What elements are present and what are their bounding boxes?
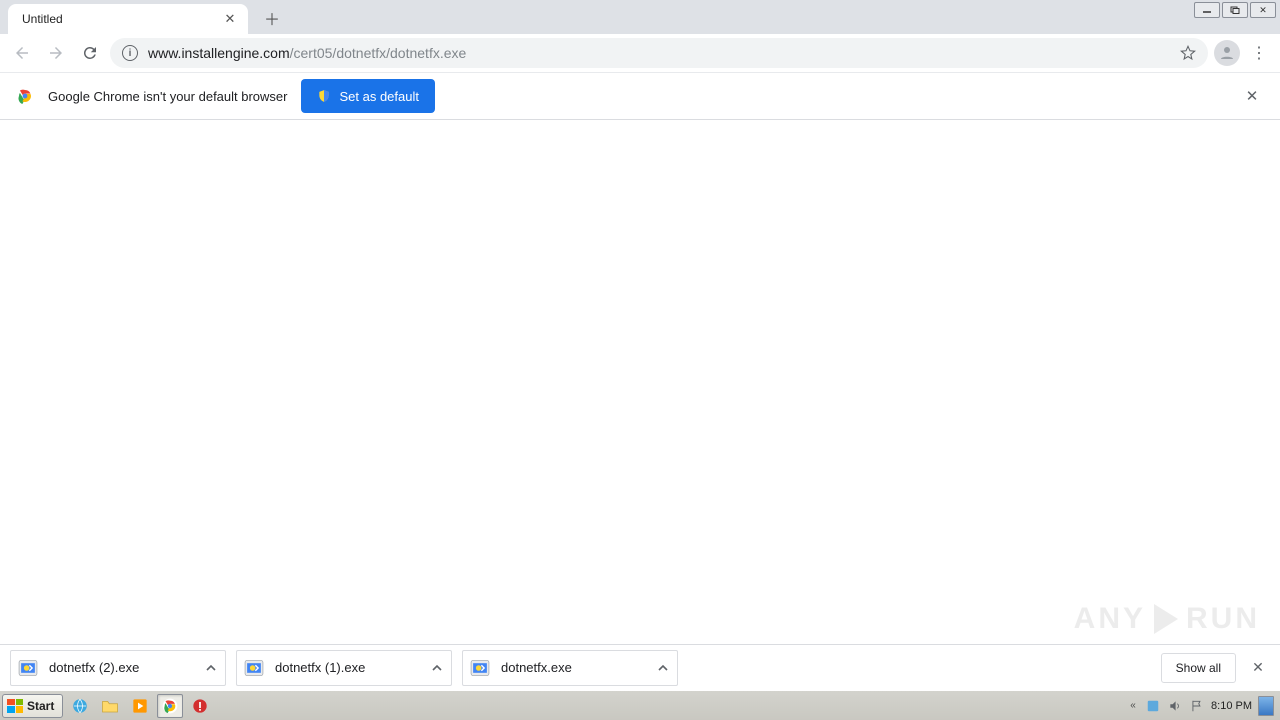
show-desktop-button[interactable] <box>1258 696 1274 716</box>
download-item[interactable]: dotnetfx.exe <box>462 650 678 686</box>
system-tray: « 8:10 PM <box>1127 696 1278 716</box>
forward-button[interactable] <box>42 39 70 67</box>
taskbar-chrome-icon[interactable] <box>157 694 183 718</box>
taskbar-ie-icon[interactable] <box>67 694 93 718</box>
play-icon <box>1154 604 1178 634</box>
taskbar-app-icon[interactable] <box>187 694 213 718</box>
window-controls: ✕ <box>1194 2 1276 18</box>
download-shelf: dotnetfx (2).exe dotnetfx (1).exe dotnet… <box>0 644 1280 690</box>
download-filename: dotnetfx.exe <box>501 660 647 675</box>
download-filename: dotnetfx (1).exe <box>275 660 421 675</box>
tray-expand-icon[interactable]: « <box>1127 698 1139 714</box>
address-bar[interactable]: i www.installengine.com/cert05/dotnetfx/… <box>110 38 1208 68</box>
tab-strip: Untitled ✕ ＋ ✕ <box>0 0 1280 34</box>
show-all-downloads-button[interactable]: Show all <box>1161 653 1236 683</box>
chrome-logo-icon <box>16 87 34 105</box>
back-button[interactable] <box>8 39 36 67</box>
chevron-up-icon[interactable] <box>657 662 669 674</box>
page-content: ANY RUN <box>0 120 1280 644</box>
taskbar-clock[interactable]: 8:10 PM <box>1211 700 1252 712</box>
download-item[interactable]: dotnetfx (2).exe <box>10 650 226 686</box>
new-tab-button[interactable]: ＋ <box>258 4 286 32</box>
minimize-button[interactable] <box>1194 2 1220 18</box>
reload-button[interactable] <box>76 39 104 67</box>
chrome-menu-button[interactable]: ⋮ <box>1246 40 1272 66</box>
infobar-close-icon[interactable]: ✕ <box>1240 84 1264 108</box>
watermark: ANY RUN <box>1074 602 1260 636</box>
download-item[interactable]: dotnetfx (1).exe <box>236 650 452 686</box>
windows-taskbar: Start « 8:10 PM <box>0 690 1280 720</box>
set-default-button[interactable]: Set as default <box>301 79 435 113</box>
taskbar-media-icon[interactable] <box>127 694 153 718</box>
close-tab-icon[interactable]: ✕ <box>222 11 238 27</box>
taskbar-explorer-icon[interactable] <box>97 694 123 718</box>
close-download-shelf-icon[interactable]: ✕ <box>1246 656 1270 680</box>
profile-avatar-button[interactable] <box>1214 40 1240 66</box>
installer-file-icon <box>17 657 39 679</box>
browser-tab[interactable]: Untitled ✕ <box>8 4 248 34</box>
chevron-up-icon[interactable] <box>431 662 443 674</box>
tab-title: Untitled <box>22 12 222 26</box>
default-browser-infobar: Google Chrome isn't your default browser… <box>0 72 1280 120</box>
start-label: Start <box>27 699 54 713</box>
set-default-label: Set as default <box>339 89 419 104</box>
installer-file-icon <box>243 657 265 679</box>
site-info-icon[interactable]: i <box>122 45 138 61</box>
maximize-button[interactable] <box>1222 2 1248 18</box>
url-text: www.installengine.com/cert05/dotnetfx/do… <box>148 45 466 61</box>
tray-volume-icon[interactable] <box>1167 698 1183 714</box>
shield-icon <box>317 89 331 103</box>
infobar-message: Google Chrome isn't your default browser <box>48 89 287 104</box>
download-filename: dotnetfx (2).exe <box>49 660 195 675</box>
browser-toolbar: i www.installengine.com/cert05/dotnetfx/… <box>0 34 1280 72</box>
tray-flag-icon[interactable] <box>1189 698 1205 714</box>
start-button[interactable]: Start <box>2 694 63 718</box>
tray-security-icon[interactable] <box>1145 698 1161 714</box>
chevron-up-icon[interactable] <box>205 662 217 674</box>
bookmark-star-icon[interactable] <box>1180 45 1196 61</box>
close-window-button[interactable]: ✕ <box>1250 2 1276 18</box>
windows-flag-icon <box>7 699 23 713</box>
installer-file-icon <box>469 657 491 679</box>
